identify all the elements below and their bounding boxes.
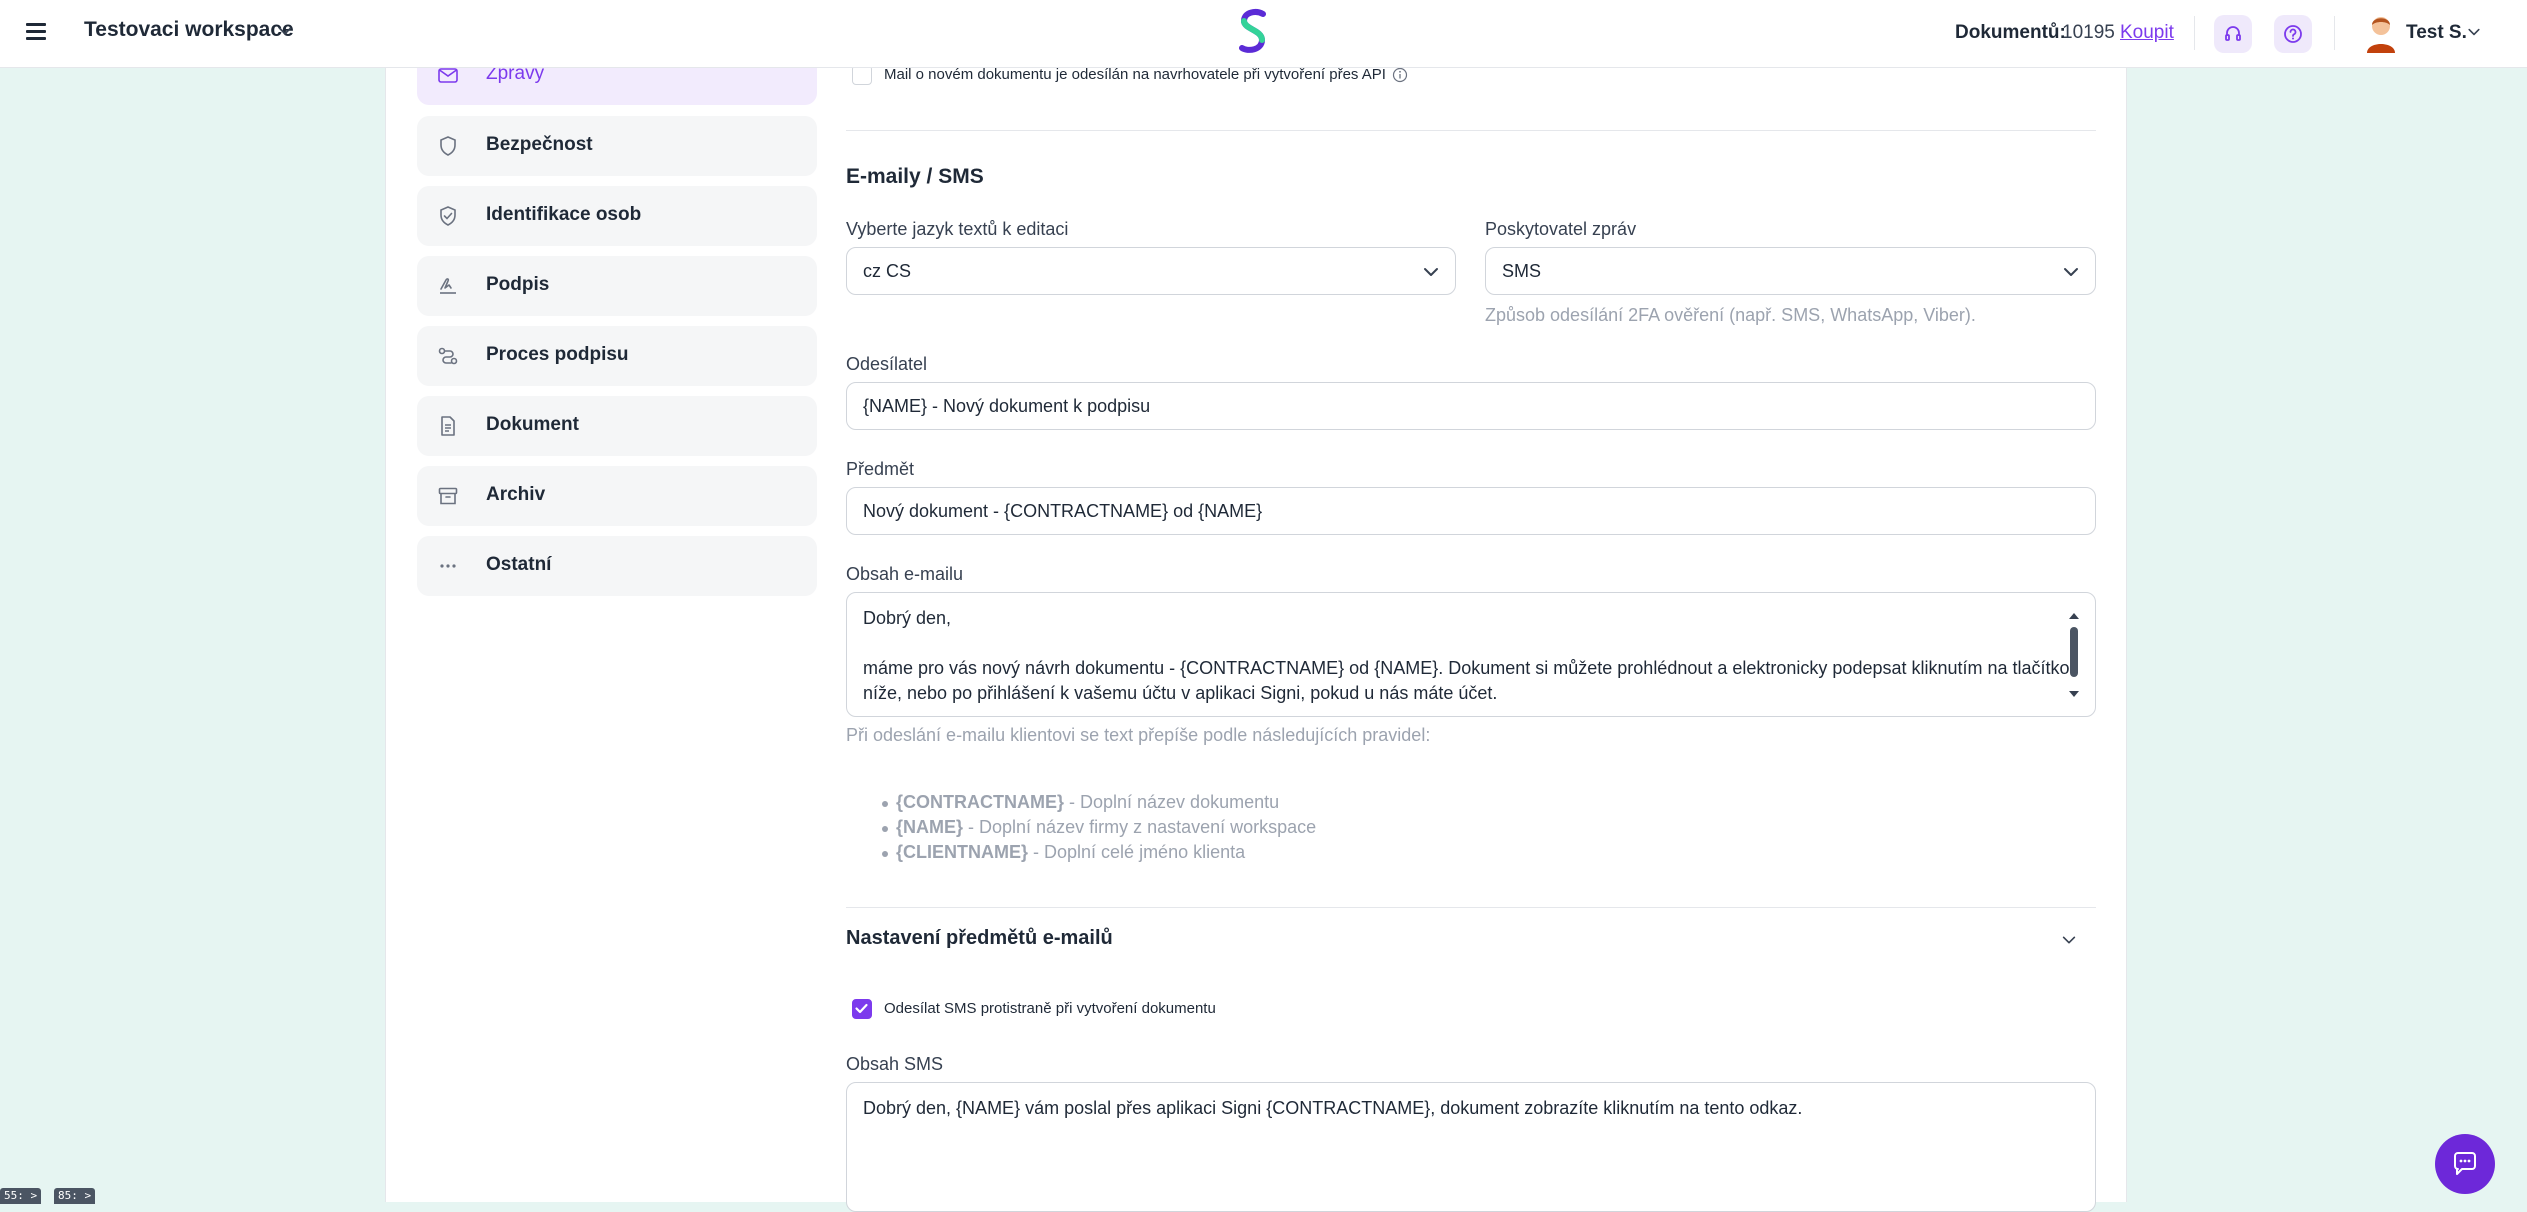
provider-hint: Způsob odesílání 2FA ověření (např. SMS,… (1485, 305, 1976, 325)
rules-intro: Při odeslání e-mailu klientovi se text p… (846, 725, 1431, 745)
rule-description: - Doplní celé jméno klienta (1028, 842, 1246, 862)
provider-select[interactable]: SMS (1485, 247, 2096, 295)
sidebar-item-label: Archiv (486, 484, 546, 505)
rule-token: {NAME} (896, 817, 964, 837)
shield-check-icon (440, 206, 456, 226)
divider (846, 130, 2096, 131)
user-name[interactable]: Test S. (2406, 22, 2467, 44)
rule-item: {NAME} - Doplní název firmy z nastavení … (882, 817, 1317, 838)
rule-token: {CLIENTNAME} (896, 842, 1029, 862)
sidebar-item-label: Dokument (486, 414, 579, 435)
subject-label: Předmět (846, 459, 915, 479)
documents-label: Dokumentů: (1955, 22, 2066, 43)
sidebar-item-proces-podpisu[interactable]: Proces podpisu (417, 326, 817, 386)
email-body-line: níže, nebo po přihlášení k vašemu účtu v… (863, 683, 1498, 703)
sidebar-item-podpis[interactable]: Podpis (417, 256, 817, 316)
sender-value: {NAME} - Nový dokument k podpisu (863, 396, 1151, 416)
email-subjects-section-toggle[interactable]: Nastavení předmětů e-mailů (846, 927, 1113, 950)
archive-icon (438, 487, 458, 505)
chevron-down-icon (1424, 268, 1438, 276)
email-body-line: máme pro vás nový návrh dokumentu - {CON… (863, 658, 2070, 678)
bullet (882, 851, 888, 857)
sidebar-item-label: Ostatní (486, 554, 552, 575)
workflow-icon (438, 347, 458, 365)
menu-icon[interactable] (24, 20, 48, 44)
subject-value: Nový dokument - {CONTRACTNAME} od {NAME} (863, 501, 1263, 521)
sidebar-item-archiv[interactable]: Archiv (417, 466, 817, 526)
headset-icon (2225, 26, 2241, 41)
bullet (882, 826, 888, 832)
divider (846, 907, 2096, 908)
sms-body-text: Dobrý den, {NAME} vám poslal přes aplika… (863, 1098, 1803, 1118)
sidebar-item-identifikace-osob[interactable]: Identifikace osob (417, 186, 817, 246)
sidebar-item-label: Identifikace osob (486, 204, 642, 225)
rule-item: {CLIENTNAME} - Doplní celé jméno klienta (882, 842, 1246, 863)
section-title-emails-sms: E-maily / SMS (846, 165, 984, 188)
sidebar-item-bezpecnost[interactable]: Bezpečnost (417, 116, 817, 176)
settings-card: Zprávy Bezpečnost Identifikace osob Podp… (385, 45, 2127, 1212)
chat-button[interactable] (2435, 1134, 2495, 1194)
chevron-down-icon[interactable] (276, 22, 294, 40)
documents-count: 10195 (2062, 22, 2115, 43)
scrollbar[interactable] (2067, 609, 2081, 701)
signature-icon (440, 278, 456, 294)
chevron-down-icon (2064, 268, 2078, 276)
messages-settings-form: Mail o novém dokumentu je odesílán na na… (846, 65, 2096, 1212)
signi-logo[interactable] (1236, 8, 1270, 56)
more-icon (440, 564, 456, 568)
sms-body-label: Obsah SMS (846, 1054, 944, 1074)
rule-description: - Doplní název firmy z nastavení workspa… (963, 817, 1317, 837)
sidebar-item-ostatni[interactable]: Ostatní (417, 536, 817, 596)
question-icon (2284, 25, 2302, 43)
check-icon (855, 1003, 868, 1014)
shield-icon (440, 136, 456, 156)
sender-label: Odesílatel (846, 354, 928, 374)
help-button[interactable] (2274, 15, 2312, 53)
info-icon[interactable] (1392, 67, 1408, 83)
workspace-name[interactable]: Testovaci workspace (84, 18, 294, 42)
sidebar-item-dokument[interactable]: Dokument (417, 396, 817, 456)
rule-description: - Doplní název dokumentu (1064, 792, 1280, 812)
sidebar-item-label: Proces podpisu (486, 344, 629, 365)
sms-checkbox[interactable] (852, 999, 872, 1019)
document-icon (441, 416, 455, 436)
top-bar: Testovaci workspace Dokumentů: 10195 Kou… (0, 0, 2527, 68)
language-label: Vyberte jazyk textů k editaci (846, 219, 1069, 239)
chat-icon (2454, 1152, 2476, 1175)
language-select[interactable]: cz CS (846, 247, 1456, 295)
rule-item: {CONTRACTNAME} - Doplní název dokumentu (882, 792, 1280, 813)
provider-label: Poskytovatel zpráv (1485, 219, 1637, 239)
rule-token: {CONTRACTNAME} (896, 792, 1064, 812)
api-mail-checkbox-label[interactable]: Mail o novém dokumentu je odesílán na na… (884, 66, 1386, 83)
chevron-down-icon[interactable] (2466, 24, 2482, 40)
subject-input[interactable]: Nový dokument - {CONTRACTNAME} od {NAME} (846, 487, 2096, 535)
bullet (882, 801, 888, 807)
sidebar-item-label: Podpis (486, 274, 550, 295)
sender-input[interactable]: {NAME} - Nový dokument k podpisu (846, 382, 2096, 430)
sidebar-item-label: Bezpečnost (486, 134, 593, 155)
provider-value: SMS (1502, 261, 1542, 281)
email-body-label: Obsah e-mailu (846, 564, 964, 584)
email-body-textarea[interactable]: Dobrý den, máme pro vás nový návrh dokum… (846, 592, 2096, 717)
sms-body-textarea[interactable]: Dobrý den, {NAME} vám poslal přes aplika… (846, 1082, 2096, 1212)
buy-link[interactable]: Koupit (2120, 22, 2174, 44)
chevron-down-icon[interactable] (2060, 931, 2078, 949)
support-button[interactable] (2214, 15, 2252, 53)
sms-checkbox-label[interactable]: Odesílat SMS protistraně při vytvoření d… (884, 1000, 1216, 1017)
divider (2194, 16, 2195, 50)
language-value: cz CS (863, 261, 912, 281)
email-body-line: Dobrý den, (863, 608, 952, 628)
divider (2334, 16, 2335, 50)
api-mail-checkbox[interactable] (852, 65, 872, 85)
avatar[interactable] (2364, 13, 2398, 53)
